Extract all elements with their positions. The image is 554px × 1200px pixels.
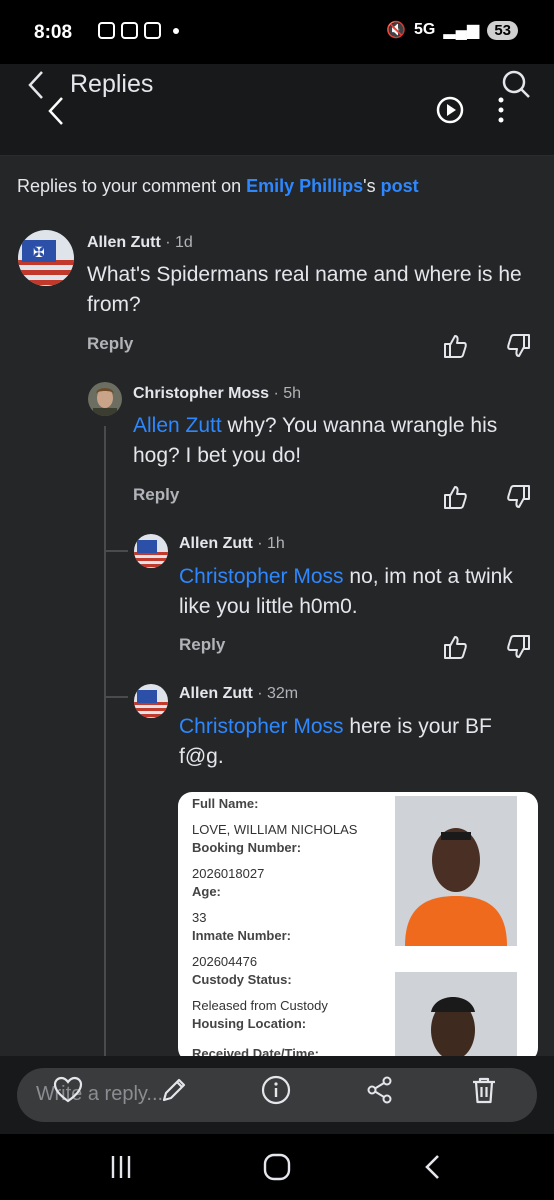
subheader-prefix: Replies to your comment on	[17, 176, 247, 196]
flag-avatar-icon	[134, 684, 168, 718]
battery-icon: 53	[487, 20, 518, 40]
home-icon[interactable]	[262, 1152, 292, 1182]
mute-icon: 🔇	[386, 22, 407, 39]
trash-icon[interactable]	[468, 1074, 500, 1106]
bottom-action-bar: Write a reply...	[0, 1056, 554, 1134]
downvote-icon[interactable]	[506, 634, 532, 660]
avatar[interactable]	[134, 684, 168, 718]
mention-link[interactable]: Christopher Moss	[179, 565, 344, 588]
mention-link[interactable]: Allen Zutt	[133, 414, 222, 437]
flag-avatar-icon	[134, 534, 168, 568]
booking-photo	[395, 796, 517, 946]
comment-author[interactable]: Allen Zutt · 1h	[179, 535, 285, 553]
replies-subheader: Replies to your comment on Emily Phillip…	[17, 176, 419, 197]
avatar[interactable]	[134, 534, 168, 568]
comment-author[interactable]: Allen Zutt · 32m	[179, 685, 298, 703]
app-header: Replies	[0, 64, 554, 156]
edit-pencil-icon[interactable]	[158, 1074, 190, 1106]
full-name-label: Full Name:	[192, 796, 259, 811]
comment-time: · 5h	[273, 385, 302, 402]
age-label: Age:	[192, 884, 221, 899]
author-name[interactable]: Allen Zutt	[179, 685, 253, 702]
author-name[interactable]: Allen Zutt	[179, 535, 253, 552]
age-value: 33	[192, 910, 207, 925]
comment-time: · 32m	[257, 685, 299, 702]
autoplay-icon[interactable]	[434, 94, 466, 126]
author-name[interactable]: Allen Zutt	[87, 234, 161, 251]
notification-icon	[98, 22, 115, 39]
status-right: 🔇 5G ▂▄▆ 53	[386, 20, 518, 40]
housing-label: Housing Location:	[192, 1016, 307, 1031]
comment-time: · 1d	[165, 234, 193, 251]
comment-time: · 1h	[257, 535, 285, 552]
inmate-value: 202604476	[192, 954, 258, 969]
back-arrow-overlay-icon[interactable]	[42, 94, 72, 128]
status-time: 8:08	[34, 22, 73, 43]
author-name[interactable]: Christopher Moss	[133, 385, 269, 402]
flag-avatar-icon: ✠	[18, 230, 74, 286]
status-notification-icons	[98, 22, 179, 39]
booking-photo-profile	[395, 972, 517, 1056]
thread-line-branch	[104, 696, 128, 698]
received-label: Received Date/Time:	[192, 1046, 319, 1056]
replies-content: Replies to your comment on Emily Phillip…	[0, 156, 554, 1056]
image-notification-icon	[121, 22, 138, 39]
page-title: Replies	[70, 70, 154, 98]
full-name-value: LOVE, WILLIAM NICHOLAS	[192, 822, 358, 837]
heart-icon[interactable]	[52, 1074, 84, 1106]
image-attachment[interactable]: Full Name: LOVE, WILLIAM NICHOLAS Bookin…	[178, 792, 538, 1056]
mention-link[interactable]: Christopher Moss	[179, 715, 344, 738]
comment-author[interactable]: Allen Zutt · 1d	[87, 234, 193, 252]
booking-label: Booking Number:	[192, 840, 302, 855]
avatar[interactable]: ✠	[18, 230, 74, 286]
network-label: 5G	[414, 21, 436, 38]
thread-line-branch	[104, 550, 128, 552]
info-icon[interactable]	[260, 1074, 292, 1106]
custody-label: Custody Status:	[192, 972, 292, 987]
downvote-icon[interactable]	[506, 484, 532, 510]
upvote-icon[interactable]	[442, 634, 468, 660]
comment-text: Christopher Moss here is your BF f@g.	[179, 712, 539, 772]
more-options-icon[interactable]	[492, 94, 510, 126]
signal-icon: ▂▄▆	[443, 22, 480, 39]
post-link[interactable]: post	[381, 176, 419, 196]
system-nav-bar	[0, 1134, 554, 1200]
subheader-possessive: 's	[363, 176, 381, 196]
reply-button[interactable]: Reply	[87, 334, 133, 354]
share-icon[interactable]	[364, 1074, 396, 1106]
check-notification-icon	[144, 22, 161, 39]
comment-text: Allen Zutt why? You wanna wrangle his ho…	[133, 411, 539, 471]
svg-text:✠: ✠	[33, 245, 45, 261]
comment-author[interactable]: Christopher Moss · 5h	[133, 385, 301, 403]
recent-apps-icon[interactable]	[106, 1152, 136, 1182]
downvote-icon[interactable]	[506, 333, 532, 359]
status-bar: 8:08 🔇 5G ▂▄▆ 53	[0, 0, 554, 64]
inmate-label: Inmate Number:	[192, 928, 291, 943]
back-nav-icon[interactable]	[418, 1152, 448, 1182]
upvote-icon[interactable]	[442, 484, 468, 510]
post-author-link[interactable]: Emily Phillips	[246, 176, 363, 196]
thread-line	[104, 426, 106, 1056]
booking-value: 2026018027	[192, 866, 265, 881]
reply-button[interactable]: Reply	[133, 485, 179, 505]
reply-button[interactable]: Reply	[179, 635, 225, 655]
person-avatar-icon	[88, 382, 122, 416]
custody-value: Released from Custody	[192, 998, 328, 1013]
upvote-icon[interactable]	[442, 333, 468, 359]
avatar[interactable]	[88, 382, 122, 416]
comment-text: What's Spidermans real name and where is…	[87, 263, 522, 316]
more-notifications-icon	[173, 27, 179, 34]
comment-text: Christopher Moss no, im not a twink like…	[179, 562, 539, 622]
